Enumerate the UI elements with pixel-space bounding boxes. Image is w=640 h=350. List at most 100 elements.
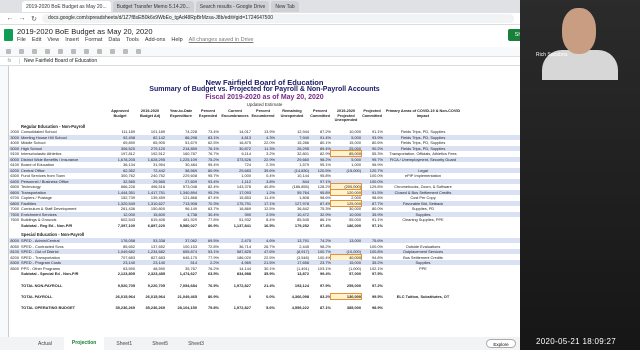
table-cell[interactable]: 2,000	[331, 195, 361, 200]
table-cell[interactable]: 7,054,684	[165, 283, 197, 288]
table-cell[interactable]: 25,000	[331, 146, 361, 151]
table-cell[interactable]: District Wide Benefits / Insurance	[19, 157, 105, 162]
table-cell[interactable]: 76.1%	[197, 146, 219, 151]
table-row[interactable]: 8200 SPED - Transportation 707,683 827,683 6…	[9, 253, 520, 261]
table-cell[interactable]: 306,520	[105, 146, 135, 151]
table-cell[interactable]: 26,295	[275, 146, 309, 151]
table-cell[interactable]: 9,520,705	[105, 283, 135, 288]
table-cell[interactable]: 97.2%	[361, 283, 383, 288]
table-cell[interactable]: 72,442	[135, 168, 165, 173]
table-cell[interactable]: 29,660	[275, 157, 309, 162]
table-cell[interactable]: Subtotal - Reg Ed - Non-P/R	[19, 223, 105, 228]
table-cell[interactable]	[383, 238, 463, 243]
table-cell[interactable]: 9,220,705	[135, 283, 165, 288]
table-cell[interactable]: 6700	[9, 195, 19, 200]
table-cell[interactable]: 6000	[9, 157, 19, 162]
table-cell[interactable]: 7600	[9, 217, 19, 222]
table-cell[interactable]: 834,988	[219, 271, 251, 276]
borders-icon[interactable]	[123, 49, 128, 54]
table-cell[interactable]: 2,445	[275, 244, 309, 249]
table-cell[interactable]: (186,855)	[275, 184, 309, 189]
table-row[interactable]: 6300 Fund Services from Town 300,762 240,75…	[9, 173, 520, 178]
table-row[interactable]: 6500 Technology 666,226 496,516 573,048 82.4%…	[9, 183, 520, 190]
table-cell[interactable]: 89.4%	[309, 146, 331, 151]
table-cell[interactable]: 63.1%	[197, 135, 219, 140]
table-cell[interactable]	[383, 271, 463, 276]
table-cell[interactable]: 15,000	[331, 140, 361, 145]
table-cell[interactable]: Transportation	[19, 190, 105, 195]
table-cell[interactable]: TOTAL OPERATING BUDGET	[19, 305, 105, 310]
table-cell[interactable]: 175,791	[219, 201, 251, 206]
table-cell[interactable]: 59,764	[275, 190, 309, 195]
table-cell[interactable]: 0.0%	[251, 294, 275, 299]
table-row[interactable]: 4000 Middle School 69,890 65,905 51,679 62.5%…	[9, 140, 520, 145]
table-cell[interactable]: 827,683	[135, 255, 165, 260]
browser-tab[interactable]: Search results - Google Drive	[195, 1, 270, 12]
table-cell[interactable]: 1,000	[219, 173, 251, 178]
table-cell[interactable]: 12.5%	[251, 206, 275, 211]
table-cell[interactable]: 844	[275, 179, 310, 184]
table-cell[interactable]: 30,000	[331, 206, 361, 211]
table-cell[interactable]: 97.9%	[309, 283, 331, 288]
table-cell[interactable]: 5,000	[331, 135, 361, 140]
table-cell[interactable]: SPED - Out of District	[19, 249, 105, 254]
table-cell[interactable]: Cost Per Copy	[383, 195, 463, 200]
table-cell[interactable]: 70.3%	[197, 201, 219, 206]
table-cell[interactable]: 21.5%	[251, 260, 275, 265]
table-row[interactable]: 5100 Interscholastic Athletics 197,812 192,…	[9, 150, 520, 157]
table-cell[interactable]: 35,767	[165, 266, 197, 271]
table-row[interactable]: 2000 Consolidated School 111,189 101,189 74,…	[9, 129, 520, 134]
table-row[interactable]: 8050 SPED - Contracted Svcs 85,652 137,652 1…	[9, 244, 520, 249]
table-cell[interactable]: Bus Settlement Credits	[383, 255, 463, 260]
table-cell[interactable]	[383, 283, 463, 288]
table-cell[interactable]: 179,252	[275, 223, 309, 228]
table-row[interactable]: 6800 Facilities 1,320,549 1,310,627 713,908 7…	[9, 199, 520, 207]
sheet-tab[interactable]: Sheet5	[144, 341, 176, 347]
menu-addons[interactable]: Add-ons	[145, 37, 166, 43]
table-cell[interactable]: 26.7%	[251, 244, 275, 249]
table-cell[interactable]: 29,565	[135, 179, 165, 184]
table-cell[interactable]	[9, 223, 19, 228]
table-cell[interactable]: PPE	[383, 266, 463, 271]
table-cell[interactable]: 53.1%	[197, 249, 219, 254]
table-cell[interactable]: 82,142	[135, 135, 165, 140]
table-cell[interactable]: Facilities	[19, 201, 105, 206]
url-input[interactable]: docs.google.com/spreadsheets/d/1Z7f8sEB0…	[42, 14, 514, 23]
table-cell[interactable]: 8050	[9, 244, 19, 249]
table-row[interactable]: 7500 Enrichment Services 12,000 15,600 4,738…	[9, 211, 520, 217]
table-cell[interactable]: 1,444,351	[105, 190, 135, 195]
table-row[interactable]: 6700 Copiers / Postage 152,739 139,459 121,8…	[9, 195, 520, 200]
fill-color-icon[interactable]	[110, 49, 115, 54]
table-cell[interactable]: ePIP Implementation	[383, 173, 463, 178]
table-cell[interactable]: 11.3%	[251, 146, 275, 151]
table-cell[interactable]: 80.9%	[197, 294, 219, 299]
table-cell[interactable]: 80.9%	[197, 168, 219, 173]
table-cell[interactable]: Outplacement Services	[383, 249, 463, 254]
table-cell[interactable]: 129.8%	[361, 184, 383, 189]
table-cell[interactable]: 160,787	[165, 151, 197, 156]
table-cell[interactable]: 22.0%	[251, 140, 275, 145]
table-cell[interactable]: 11.4%	[251, 195, 275, 200]
table-row[interactable]: Subtotal - Reg Ed - Non-P/R 7,397,100 6,89…	[9, 223, 520, 228]
table-cell[interactable]: Buildings & Grounds	[19, 217, 105, 222]
table-cell[interactable]: 90.2%	[361, 146, 383, 151]
sheet-tab[interactable]: Projection	[63, 337, 105, 350]
table-cell[interactable]: 96.9%	[361, 162, 383, 167]
table-cell[interactable]: 87.4%	[309, 201, 331, 206]
table-cell[interactable]: 1,234,682	[135, 249, 165, 254]
table-cell[interactable]: 0	[219, 294, 251, 299]
table-cell[interactable]: 1,972,827	[219, 283, 251, 288]
table-cell[interactable]: 373,526	[219, 157, 251, 162]
table-cell[interactable]: 10,000	[331, 212, 361, 217]
table-cell[interactable]: Fund Services from Town	[19, 173, 105, 178]
table-row[interactable]: 5000 High School 306,520 279,120 214,859 76.1…	[9, 145, 520, 151]
table-cell[interactable]: 101,189	[135, 129, 165, 134]
table-cell[interactable]: 21.4%	[251, 283, 275, 288]
table-cell[interactable]: 22.5%	[251, 255, 275, 260]
table-cell[interactable]: 655,874	[165, 249, 197, 254]
table-cell[interactable]: 1,972,827	[219, 305, 251, 310]
table-cell[interactable]: Closed & Bus Settlement Credits	[383, 190, 463, 195]
table-cell[interactable]: 76.2%	[197, 266, 219, 271]
table-cell[interactable]: 14,144	[219, 266, 251, 271]
table-cell[interactable]: 6100	[9, 162, 19, 167]
